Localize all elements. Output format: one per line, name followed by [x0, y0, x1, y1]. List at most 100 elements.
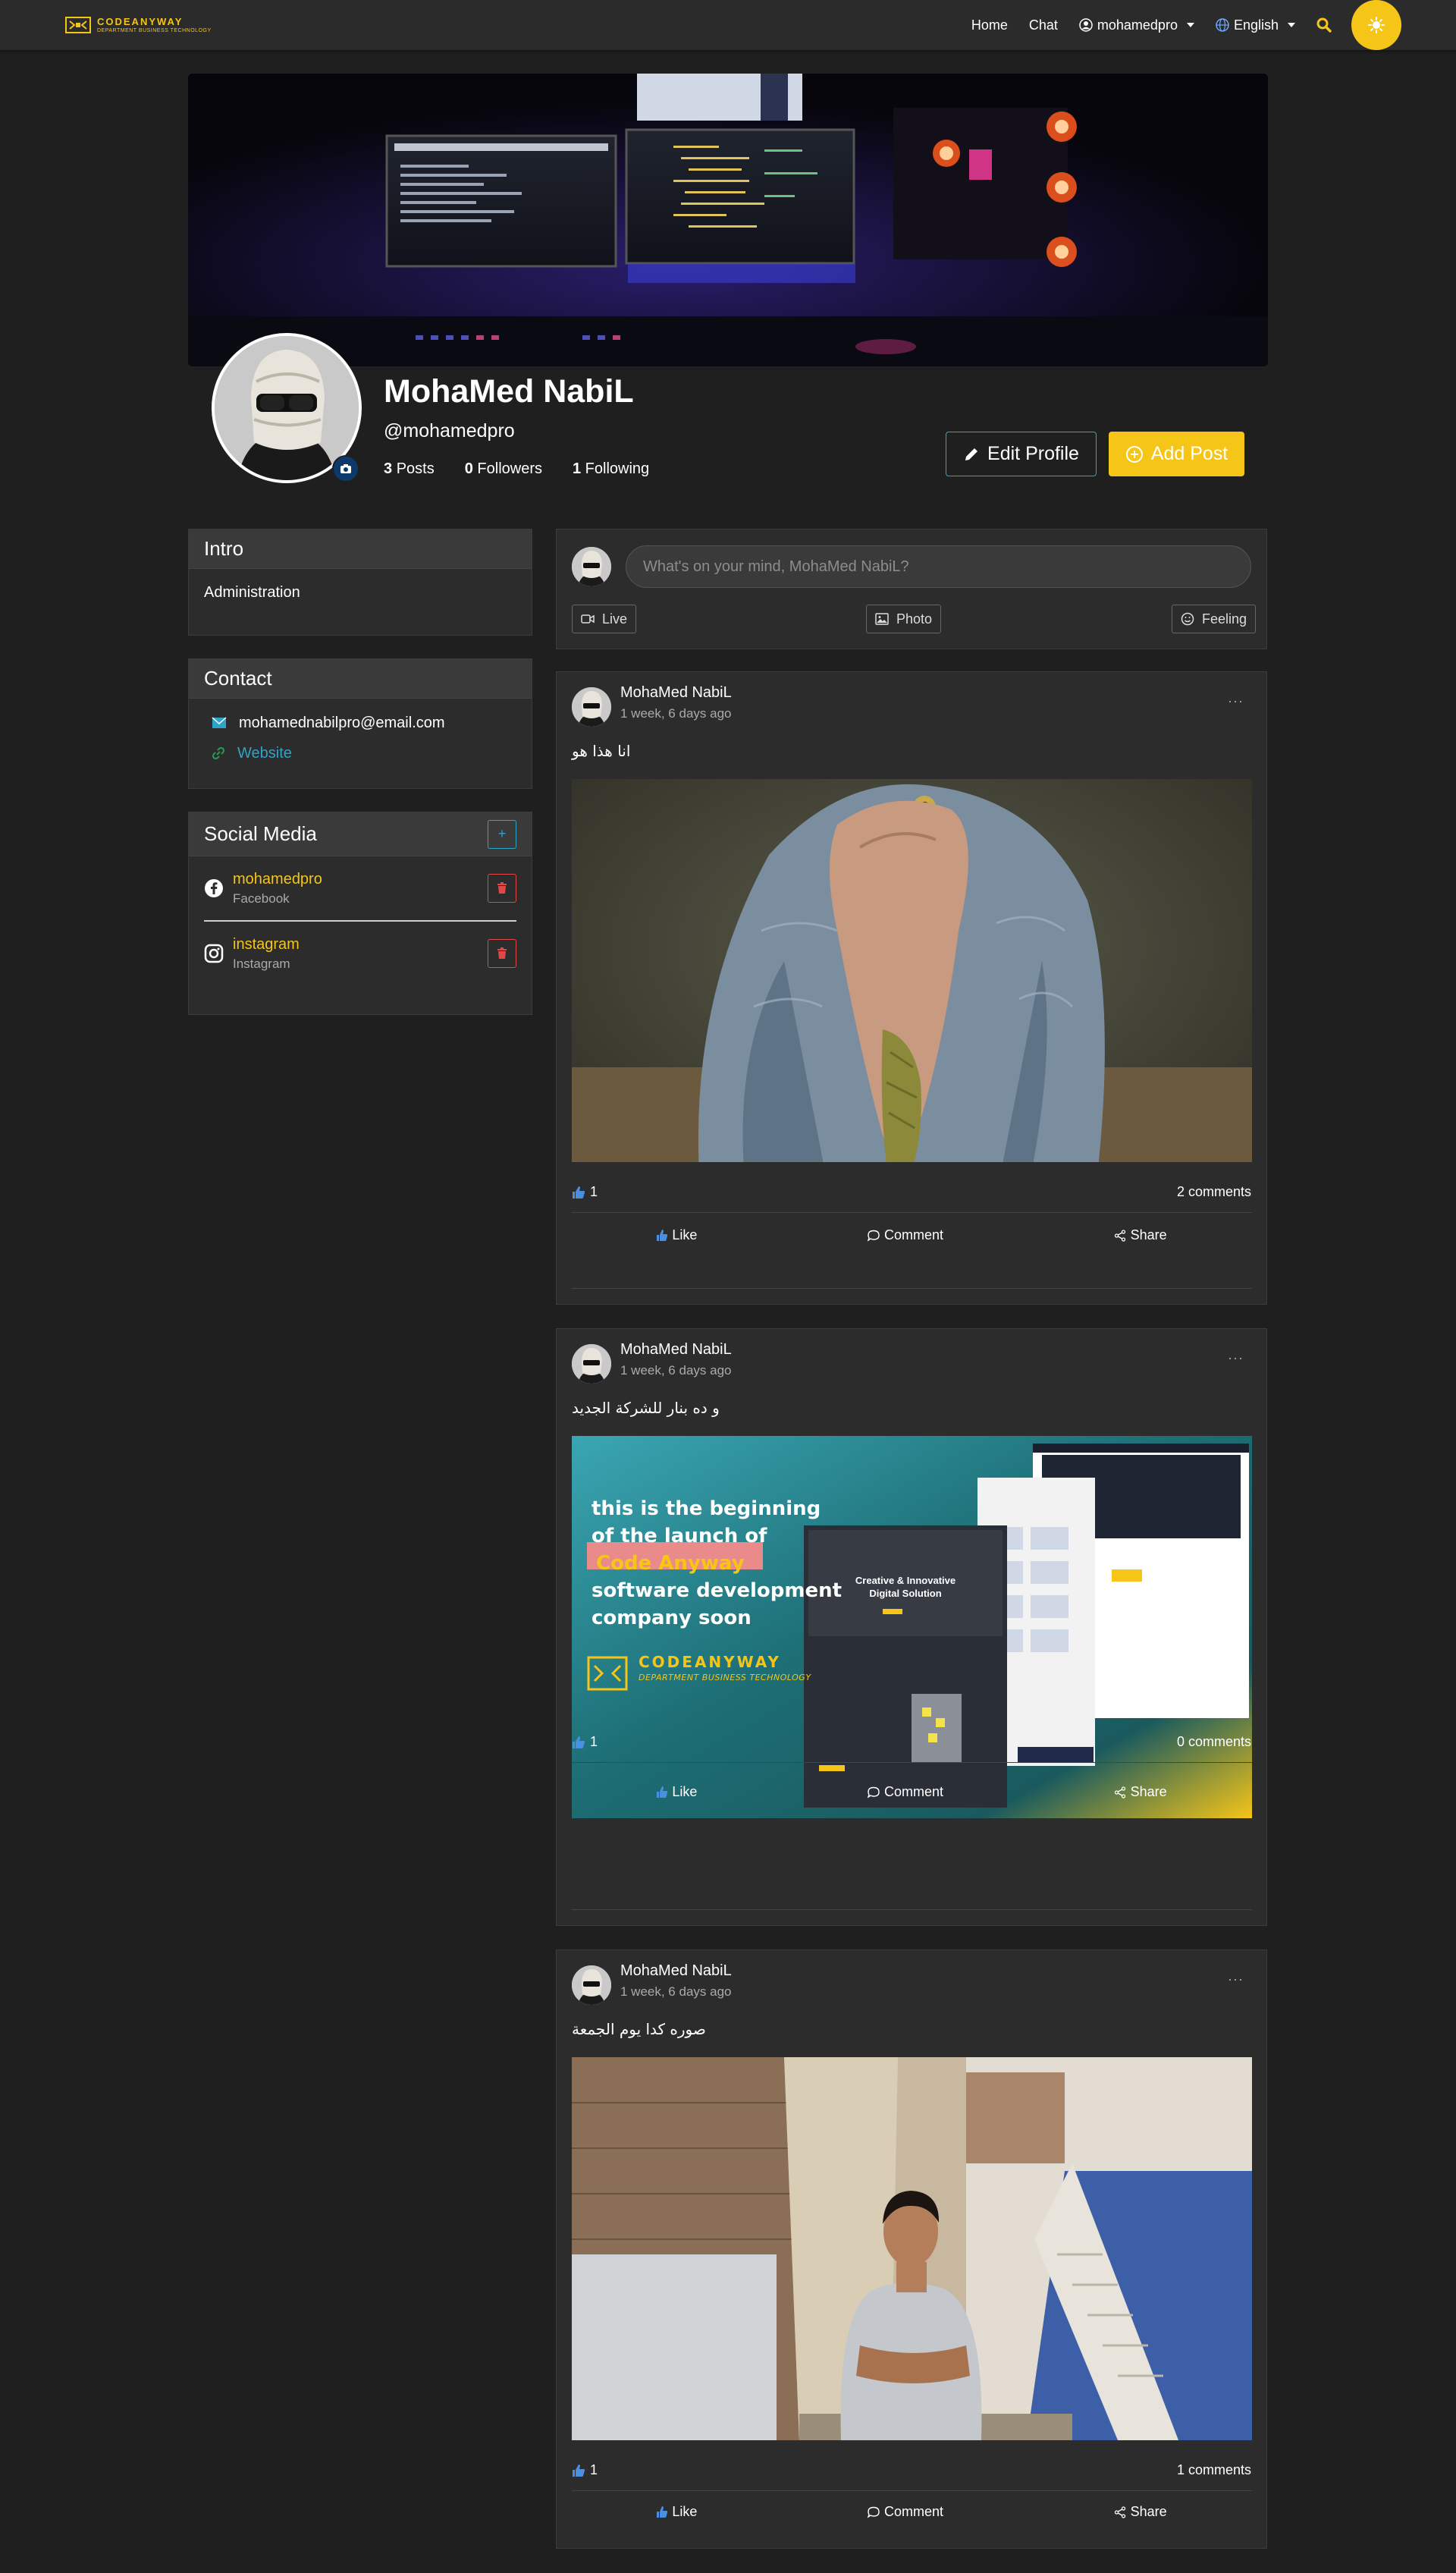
post-like-count[interactable]: 1: [572, 2462, 598, 2478]
smile-icon: [1181, 612, 1194, 626]
globe-icon: [1216, 18, 1229, 32]
post-comment-count[interactable]: 0 comments: [1177, 1734, 1251, 1750]
share-icon: [1114, 1229, 1125, 1242]
delete-social-button[interactable]: [488, 939, 516, 968]
post-options-button[interactable]: ···: [1228, 693, 1244, 709]
post-image[interactable]: this is the beginning of the launch of C…: [572, 1436, 1252, 1818]
social-account-name[interactable]: mohamedpro: [233, 871, 322, 888]
like-button[interactable]: Like: [657, 1227, 697, 1243]
post-like-count[interactable]: 1: [572, 1184, 598, 1200]
navbar: CODEANYWAY DEPARTMENT BUSINESS TECHNOLOG…: [0, 0, 1456, 50]
profile-handle: @mohamedpro: [384, 420, 515, 441]
photo-label: Photo: [896, 611, 933, 627]
post-author-name[interactable]: MohaMed NabiL: [620, 1341, 732, 1359]
stat-followers[interactable]: 0 Followers: [465, 460, 542, 478]
like-label: Like: [672, 2504, 698, 2519]
post-card: MohaMed NabiL 1 week, 6 days ago ··· و د…: [556, 1328, 1267, 1926]
live-label: Live: [602, 611, 628, 627]
nav-user-dropdown[interactable]: mohamedpro: [1079, 17, 1194, 33]
post-divider: [572, 1212, 1252, 1213]
thumbs-up-icon: [657, 2505, 668, 2518]
banner-line: software development: [592, 1579, 843, 1602]
like-button[interactable]: Like: [657, 1784, 697, 1800]
like-label: Like: [672, 1227, 698, 1243]
share-icon: [1114, 1786, 1125, 1799]
share-label: Share: [1130, 1227, 1167, 1243]
comment-button[interactable]: Comment: [867, 2504, 943, 2520]
stat-posts[interactable]: 3 Posts: [384, 460, 435, 478]
photo-button[interactable]: Photo: [866, 605, 942, 633]
social-item-instagram[interactable]: instagram Instagram: [204, 922, 516, 985]
post-author-avatar[interactable]: [572, 1965, 611, 2005]
street-portrait-photo: [572, 2057, 1252, 2440]
add-social-button[interactable]: +: [488, 819, 516, 849]
trash-icon: [497, 947, 507, 959]
camera-icon: [340, 464, 351, 473]
change-photo-button[interactable]: [332, 455, 359, 482]
thumbs-up-icon: [573, 2464, 585, 2477]
live-button[interactable]: Live: [572, 605, 637, 633]
add-post-button[interactable]: Add Post: [1109, 432, 1244, 476]
delete-social-button[interactable]: [488, 874, 516, 903]
contact-email-row[interactable]: mohamednabilpro@email.com: [204, 708, 516, 738]
like-button[interactable]: Like: [657, 2504, 697, 2520]
post-options-button[interactable]: ···: [1228, 1350, 1244, 1366]
codeanyway-logo-icon: [65, 17, 91, 33]
social-media-card: Social Media + mohamedpro Facebook insta…: [188, 812, 532, 1015]
user-circle-icon: [1079, 18, 1093, 32]
share-button[interactable]: Share: [1114, 2504, 1167, 2520]
search-icon: [1316, 17, 1332, 33]
contact-card: Contact mohamednabilpro@email.com Websit…: [188, 658, 532, 789]
brand-logo[interactable]: CODEANYWAY DEPARTMENT BUSINESS TECHNOLOG…: [65, 15, 212, 35]
post-image[interactable]: [572, 779, 1252, 1162]
post-composer: What's on your mind, MohaMed NabiL? Live…: [556, 529, 1267, 649]
post-options-button[interactable]: ···: [1228, 1971, 1244, 1987]
comment-button[interactable]: Comment: [867, 1227, 943, 1243]
edit-profile-button[interactable]: Edit Profile: [946, 432, 1097, 476]
facebook-icon: [205, 879, 223, 897]
comment-icon: [867, 1230, 880, 1242]
stat-following[interactable]: 1 Following: [573, 460, 649, 478]
contact-website-link[interactable]: Website: [237, 745, 292, 762]
comment-icon: [867, 1786, 880, 1799]
nav-home-link[interactable]: Home: [971, 17, 1008, 33]
avatar-image: [572, 1344, 611, 1384]
nav-language-dropdown[interactable]: English: [1216, 17, 1295, 33]
composer-input[interactable]: What's on your mind, MohaMed NabiL?: [626, 545, 1251, 588]
post-author-name[interactable]: MohaMed NabiL: [620, 1962, 732, 1980]
feeling-label: Feeling: [1202, 611, 1247, 627]
thumbs-up-icon: [573, 1736, 585, 1748]
theme-toggle-button[interactable]: [1351, 0, 1401, 50]
nav-chat-link[interactable]: Chat: [1029, 17, 1058, 33]
avatar-image: [572, 547, 611, 586]
post-author-avatar[interactable]: [572, 687, 611, 727]
post-image[interactable]: [572, 2057, 1252, 2440]
banner-mock-title: Creative & Innovative Digital Solution: [855, 1575, 956, 1599]
search-button[interactable]: [1316, 17, 1332, 33]
share-button[interactable]: Share: [1114, 1227, 1167, 1243]
banner-line: of the launch of: [592, 1525, 767, 1547]
comment-button[interactable]: Comment: [867, 1784, 943, 1800]
social-item-facebook[interactable]: mohamedpro Facebook: [204, 856, 516, 920]
post-like-count[interactable]: 1: [572, 1734, 598, 1750]
post-comment-count[interactable]: 1 comments: [1177, 2462, 1251, 2478]
post-author-avatar[interactable]: [572, 1344, 611, 1384]
contact-email: mohamednabilpro@email.com: [239, 714, 445, 731]
feeling-button[interactable]: Feeling: [1172, 605, 1257, 633]
thumbs-up-icon: [657, 1786, 668, 1798]
intro-text: Administration: [204, 584, 300, 601]
social-account-name[interactable]: instagram: [233, 936, 300, 953]
plus-circle-icon: [1125, 445, 1143, 463]
post-text: صوره كدا يوم الجمعة: [572, 2020, 706, 2038]
post-timestamp: 1 week, 6 days ago: [620, 706, 732, 721]
post-card: MohaMed NabiL 1 week, 6 days ago ··· صور…: [556, 1949, 1267, 2549]
contact-website-row[interactable]: Website: [204, 738, 516, 768]
post-author-name[interactable]: MohaMed NabiL: [620, 684, 732, 702]
share-button[interactable]: Share: [1114, 1784, 1167, 1800]
post-card: MohaMed NabiL 1 week, 6 days ago ··· انا…: [556, 671, 1267, 1305]
comment-label: Comment: [883, 1227, 943, 1243]
post-divider: [572, 1288, 1252, 1289]
post-divider: [572, 1762, 1252, 1763]
post-comment-count[interactable]: 2 comments: [1177, 1184, 1251, 1200]
post-timestamp: 1 week, 6 days ago: [620, 1984, 732, 1999]
